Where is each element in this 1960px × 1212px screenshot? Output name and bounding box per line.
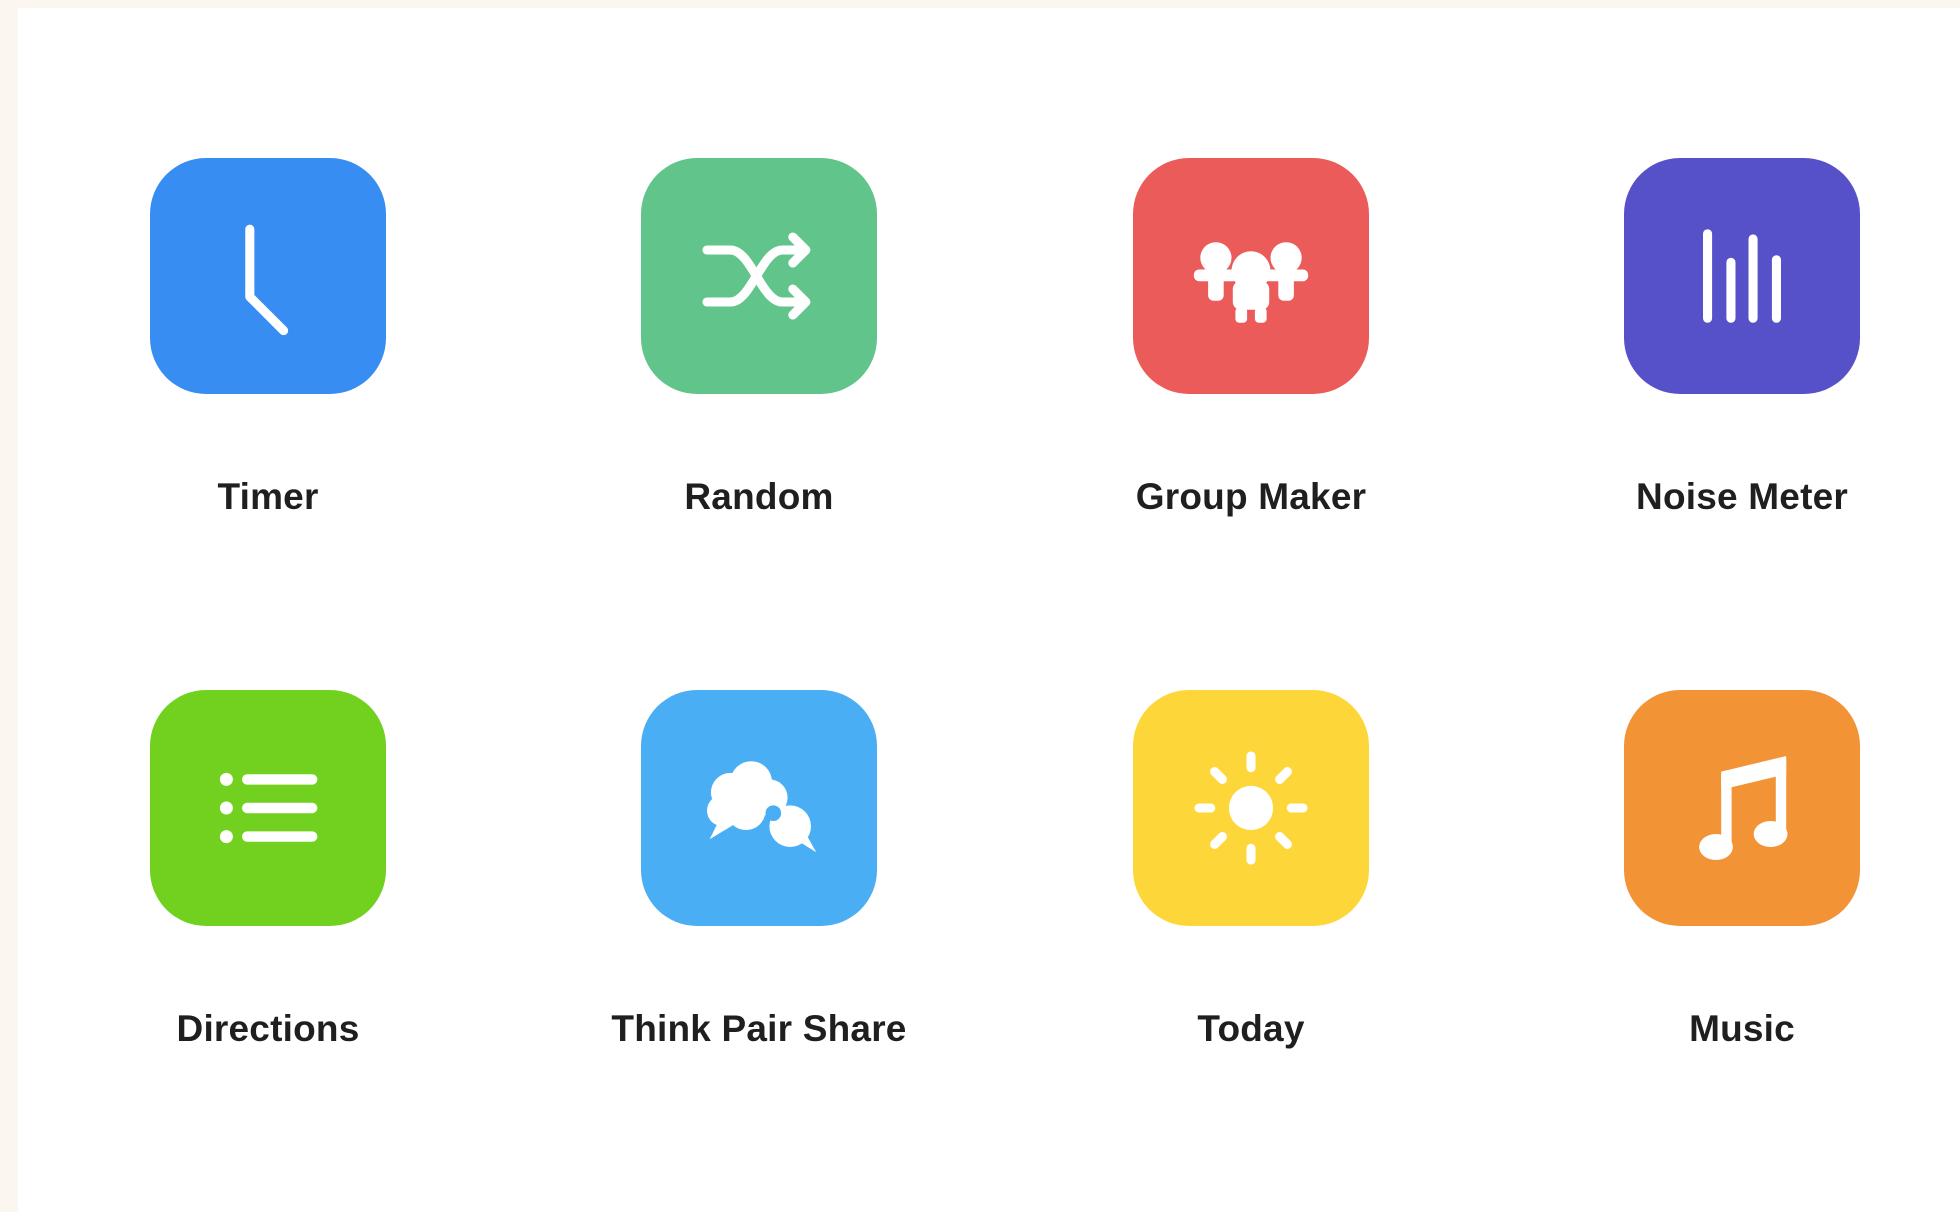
thought-bubbles-icon xyxy=(707,761,817,853)
tool-today[interactable]: Today xyxy=(1001,690,1501,1110)
today-label: Today xyxy=(1197,1008,1305,1049)
tool-timer[interactable]: Timer xyxy=(18,158,518,578)
tool-think-pair-share[interactable]: Think Pair Share xyxy=(509,690,1009,1110)
tool-music[interactable]: Music xyxy=(1492,690,1960,1110)
tool-group-maker[interactable]: Group Maker xyxy=(1001,158,1501,578)
directions-label: Directions xyxy=(176,1008,360,1049)
group-maker-tile[interactable] xyxy=(1133,158,1369,394)
noise-meter-tile[interactable] xyxy=(1624,158,1860,394)
noise-meter-label: Noise Meter xyxy=(1636,476,1848,517)
clock-icon xyxy=(245,224,289,336)
music-label: Music xyxy=(1689,1008,1795,1049)
timer-label: Timer xyxy=(217,476,319,517)
list-icon xyxy=(219,772,318,844)
music-tile[interactable] xyxy=(1624,690,1860,926)
tool-random[interactable]: Random xyxy=(509,158,1009,578)
tool-noise-meter[interactable]: Noise Meter xyxy=(1492,158,1960,578)
tool-directions[interactable]: Directions xyxy=(18,690,518,1110)
think-pair-share-label: Think Pair Share xyxy=(611,1008,907,1049)
music-note-icon xyxy=(1699,756,1788,860)
random-tile[interactable] xyxy=(641,158,877,394)
directions-tile[interactable] xyxy=(150,690,386,926)
today-tile[interactable] xyxy=(1133,690,1369,926)
tools-panel: Timer Random Group Maker Noise Meter Dir… xyxy=(18,8,1960,1212)
sun-icon xyxy=(1194,751,1308,865)
sound-bars-icon xyxy=(1703,229,1781,323)
group-people-icon xyxy=(1193,242,1309,323)
shuffle-icon xyxy=(702,232,811,320)
random-label: Random xyxy=(684,476,834,517)
group-maker-label: Group Maker xyxy=(1135,476,1367,517)
think-pair-share-tile[interactable] xyxy=(641,690,877,926)
timer-tile[interactable] xyxy=(150,158,386,394)
